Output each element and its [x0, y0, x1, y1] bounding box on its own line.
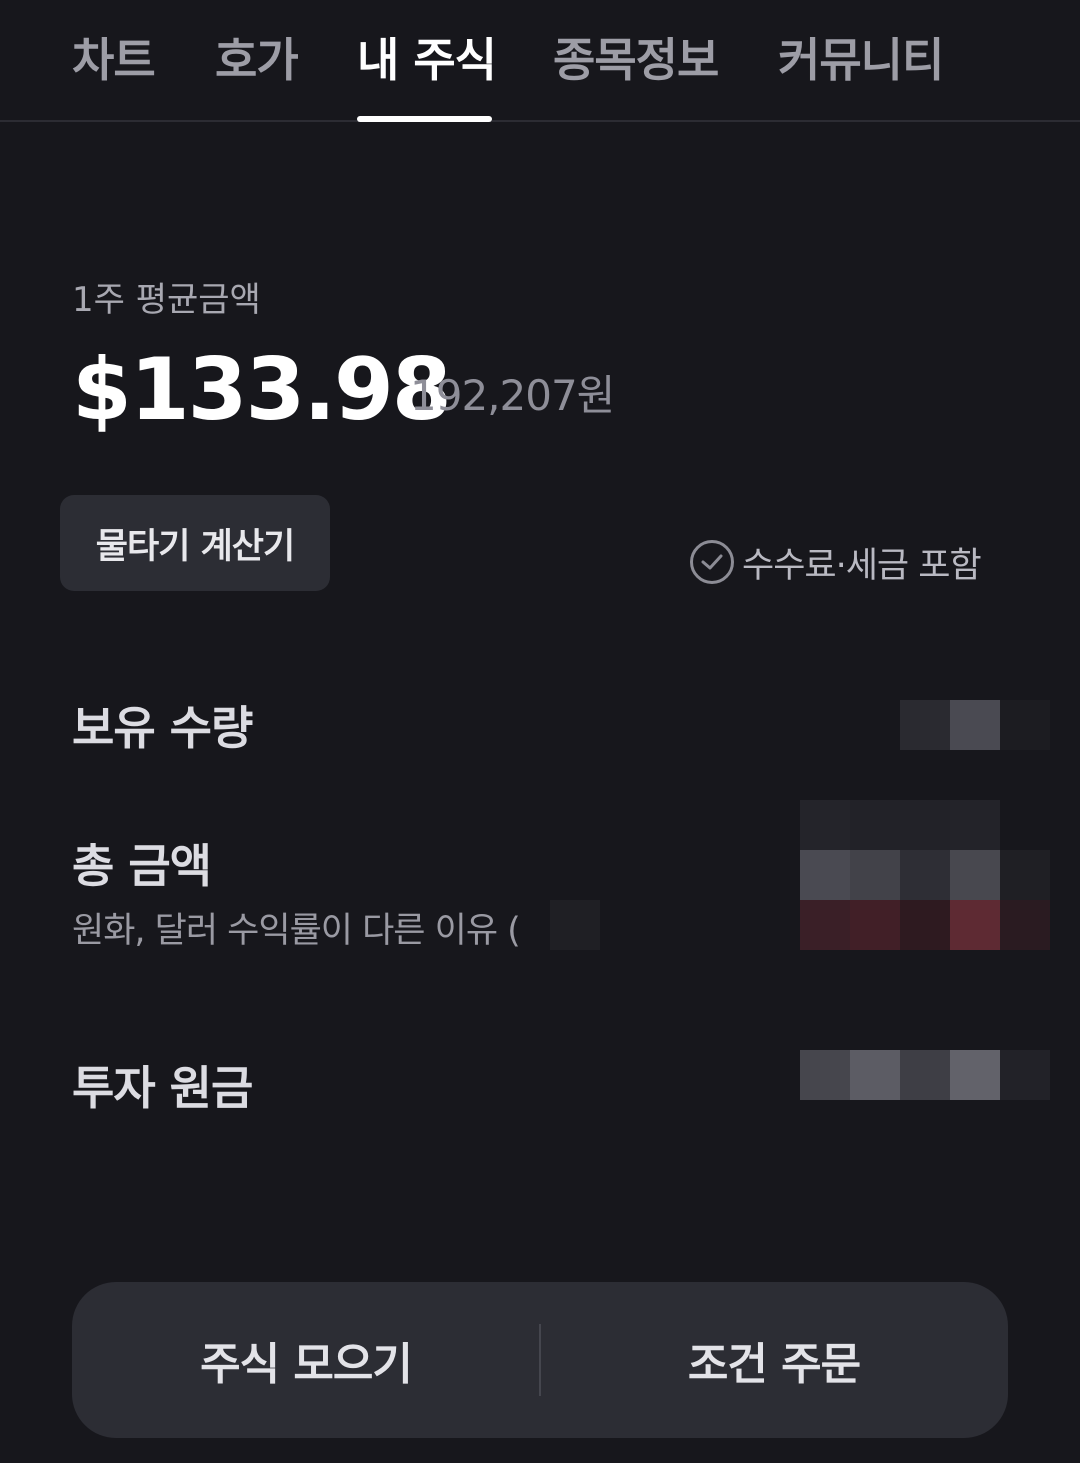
tab-order-book[interactable]: 호가 [215, 24, 299, 90]
tab-my-stock[interactable]: 내 주식 [357, 24, 497, 90]
total-amount-value-redacted [800, 800, 1050, 950]
active-tab-indicator [357, 116, 492, 122]
averaging-calculator-button[interactable]: 물타기 계산기 [60, 495, 330, 591]
check-circle-icon [690, 540, 734, 584]
return-difference-link[interactable]: 원화, 달러 수익률이 다른 이유 ( [72, 902, 521, 953]
my-stock-screen: 차트 호가 내 주식 종목정보 커뮤니티 1주 평균금액 $133.98 192… [0, 0, 1080, 1463]
principal-value-redacted [800, 1050, 1050, 1100]
bottom-action-bar: 주식 모으기 조건 주문 [72, 1282, 1008, 1438]
conditional-order-button[interactable]: 조건 주문 [540, 1282, 1008, 1438]
average-price-label: 1주 평균금액 [72, 280, 261, 320]
fee-tax-label: 수수료·세금 포함 [742, 545, 982, 586]
principal-label: 투자 원금 [72, 1061, 253, 1115]
quantity-value-redacted [900, 700, 1050, 750]
redacted-block [550, 900, 600, 950]
total-amount-label: 총 금액 [72, 839, 212, 893]
average-price-usd: $133.98 [72, 340, 452, 440]
stock-accumulate-button[interactable]: 주식 모으기 [72, 1282, 540, 1438]
tab-stock-info[interactable]: 종목정보 [553, 24, 719, 90]
quantity-label: 보유 수량 [72, 701, 253, 755]
tab-chart[interactable]: 차트 [72, 24, 156, 90]
fee-tax-toggle[interactable]: 수수료·세금 포함 [690, 538, 982, 586]
average-price-krw: 192,207원 [410, 371, 615, 420]
tab-community[interactable]: 커뮤니티 [778, 24, 944, 90]
tab-bar: 차트 호가 내 주식 종목정보 커뮤니티 [0, 0, 1080, 122]
